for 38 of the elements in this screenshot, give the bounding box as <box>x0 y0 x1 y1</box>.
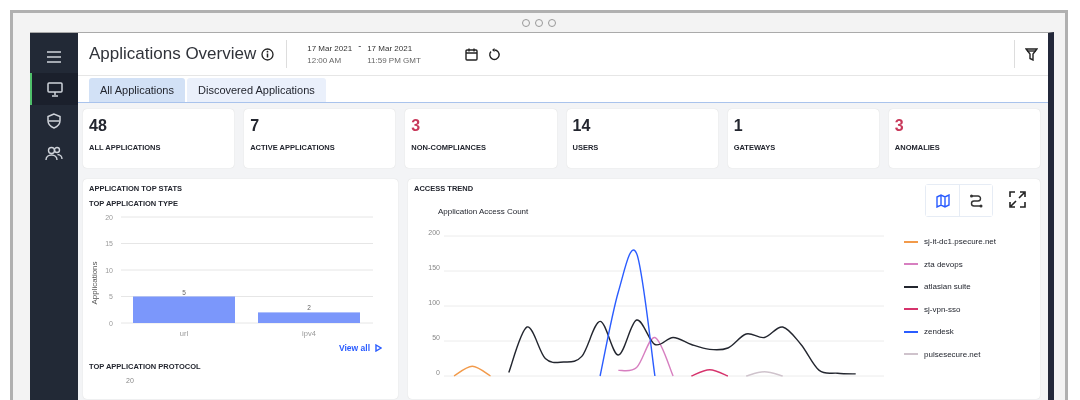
route-icon <box>969 193 983 208</box>
menu-icon[interactable] <box>47 51 61 63</box>
stat-value: 7 <box>250 117 261 135</box>
legend-label: atlasian suite <box>924 282 971 291</box>
stat-value: 1 <box>733 117 744 135</box>
legend-label: pulsesecure.net <box>924 349 981 359</box>
refresh-icon[interactable] <box>487 47 501 61</box>
users-icon[interactable] <box>45 145 63 161</box>
date-separator: - <box>358 41 362 51</box>
stat-value: 48 <box>89 117 108 135</box>
filter-icon[interactable] <box>1025 47 1038 61</box>
legend-label: sj-vpn-sso <box>924 304 961 314</box>
calendar-icon[interactable] <box>464 47 478 61</box>
legend-label: zta devops <box>924 259 963 269</box>
end-date: 17 Mar 2021 <box>367 43 414 53</box>
shield-icon[interactable] <box>47 113 61 129</box>
stat-value: 14 <box>572 117 592 135</box>
chart-title: Application Access Count <box>438 207 530 216</box>
tab[interactable]: All Applications <box>89 78 185 102</box>
series-line <box>453 365 492 377</box>
view-mode-button[interactable] <box>959 185 992 216</box>
map-icon <box>935 193 950 208</box>
expand-button[interactable] <box>1009 191 1026 211</box>
end-time: 11:59 PM GMT <box>367 55 421 65</box>
sidebar-item[interactable] <box>30 73 78 105</box>
axis-title: Applications <box>90 261 99 305</box>
start-time: 12:00 AM <box>307 55 343 65</box>
triangle-icon <box>375 344 382 352</box>
page-title: Applications Overview <box>89 44 257 64</box>
legend-label: zendesk <box>924 327 954 336</box>
start-date: 17 Mar 2021 <box>307 43 353 53</box>
view-all-link[interactable]: View all <box>338 343 382 353</box>
info-icon[interactable] <box>261 47 275 61</box>
stat-value: 3 <box>411 117 422 135</box>
monitor-icon[interactable] <box>47 81 63 97</box>
legend-label: sj-it-dc1.psecure.net <box>924 237 997 246</box>
tab[interactable]: Discovered Applications <box>187 78 326 102</box>
stat-value: 3 <box>894 117 905 135</box>
